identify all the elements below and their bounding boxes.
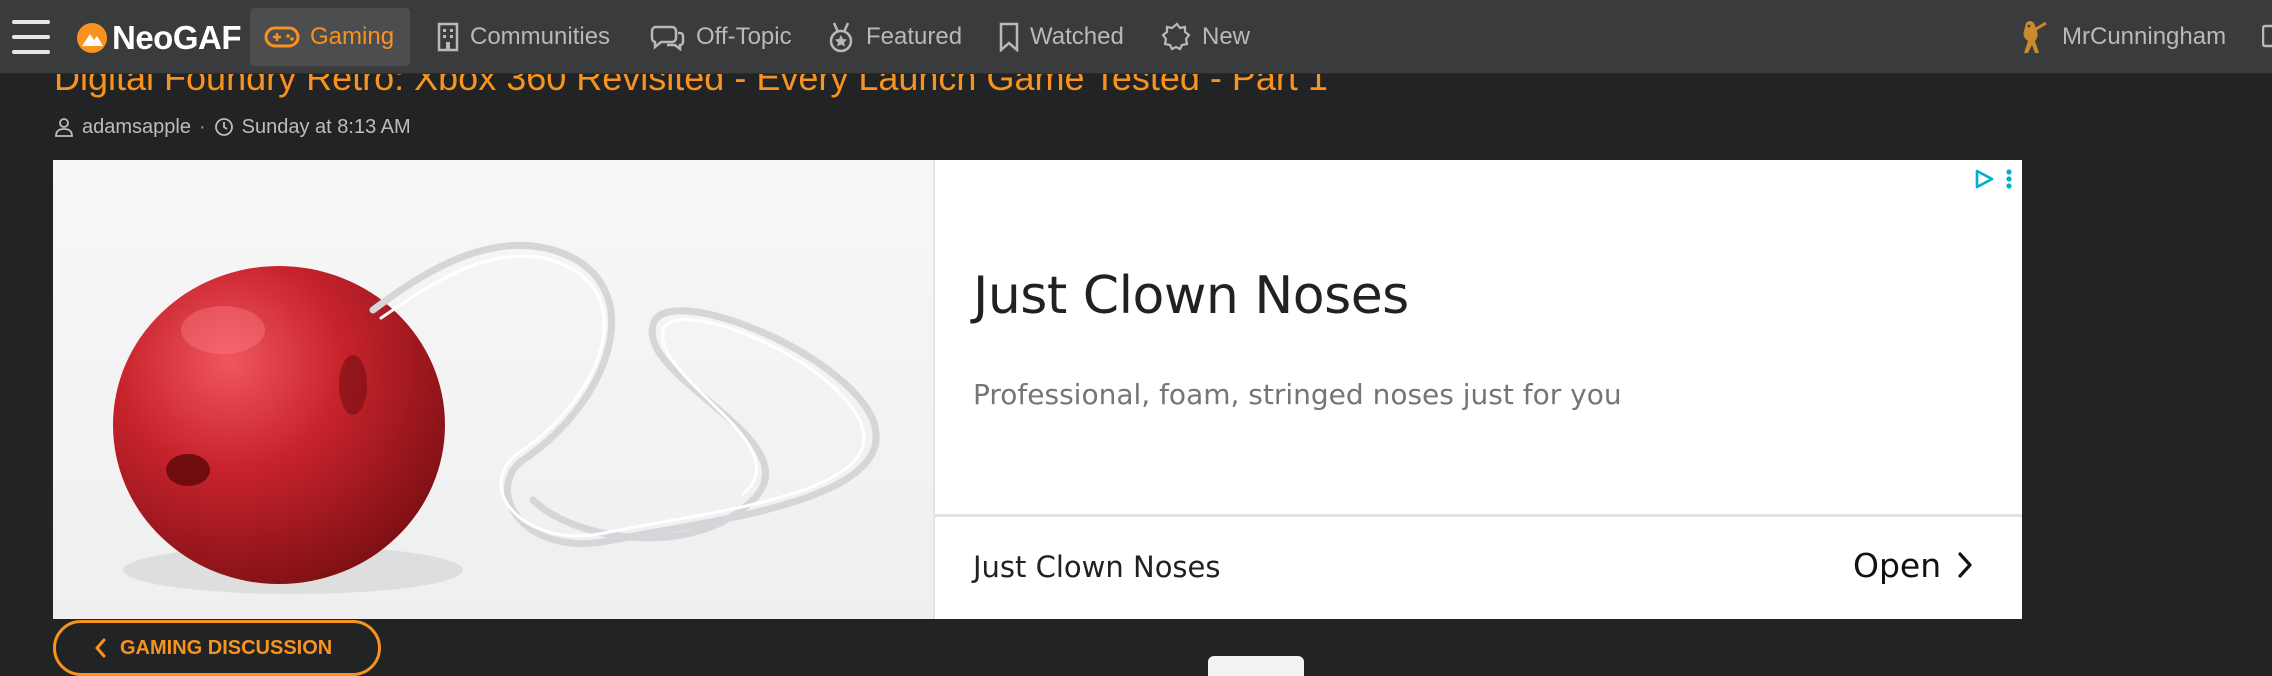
nav-item-communities[interactable]: Communities [422,8,624,66]
ad-headline[interactable]: Just Clown Noses [973,266,1409,326]
nav-label-new: New [1202,23,1251,50]
ad-choices-icon[interactable] [1973,168,1995,190]
advertisement[interactable]: Just Clown Noses Professional, foam, str… [53,160,2022,619]
thread-author[interactable]: adamsapple [82,116,191,139]
nav-item-off-topic[interactable]: Off-Topic [636,8,806,66]
thread-time[interactable]: Sunday at 8:13 AM [242,116,411,139]
bookmark-icon [999,22,1019,52]
ad-open-button[interactable]: Open [1853,540,1973,590]
neogaf-logo-icon [77,23,107,53]
ad-choices[interactable] [1973,168,2013,190]
back-button-label: GAMING DISCUSSION [120,636,333,659]
nav-item-gaming[interactable]: Gaming [250,8,410,66]
gamepad-icon [264,26,300,48]
ad-divider [933,160,935,619]
nav-label-watched: Watched [1030,23,1124,50]
clock-icon [214,118,233,136]
back-to-forum-button[interactable]: GAMING DISCUSSION [53,620,381,676]
user-menu[interactable]: MrCunningham [2016,8,2226,66]
nav-item-new[interactable]: New [1148,8,1264,66]
ad-image[interactable] [53,160,933,619]
nav-label-communities: Communities [470,23,611,50]
nav-label-gaming: Gaming [310,23,395,50]
top-navigation-bar: NeoGAF Gaming Communities Off-Topic Feat… [0,0,2272,74]
ad-divider-horizontal [935,514,2022,517]
chevron-right-icon [1958,552,1972,578]
menu-icon[interactable] [12,20,50,54]
ad-description: Professional, foam, stringed noses just … [973,378,1622,411]
avatar [2023,21,2047,53]
inbox-icon[interactable] [2262,24,2272,48]
thread-meta: adamsapple · Sunday at 8:13 AM [54,114,411,140]
meta-separator: · [198,115,206,138]
ad-advertiser[interactable]: Just Clown Noses [973,550,1221,584]
user-icon [55,118,73,137]
chevron-left-icon [95,638,106,658]
logo-text: NeoGAF [112,19,242,56]
username: MrCunningham [2062,23,2227,50]
nav-item-featured[interactable]: Featured [812,8,976,66]
spark-icon [1162,22,1191,51]
scroll-tab[interactable] [1208,656,1304,676]
medal-icon [829,22,853,53]
clown-nose-image [113,242,880,594]
nav-item-watched[interactable]: Watched [984,8,1138,66]
nav-label-featured: Featured [866,23,963,50]
building-icon [437,22,459,52]
ad-open-label: Open [1853,545,1942,585]
site-logo[interactable]: NeoGAF [76,18,242,58]
more-options-icon[interactable] [2005,168,2013,190]
chat-bubbles-icon [650,25,685,51]
nav-label-off-topic: Off-Topic [696,23,792,50]
